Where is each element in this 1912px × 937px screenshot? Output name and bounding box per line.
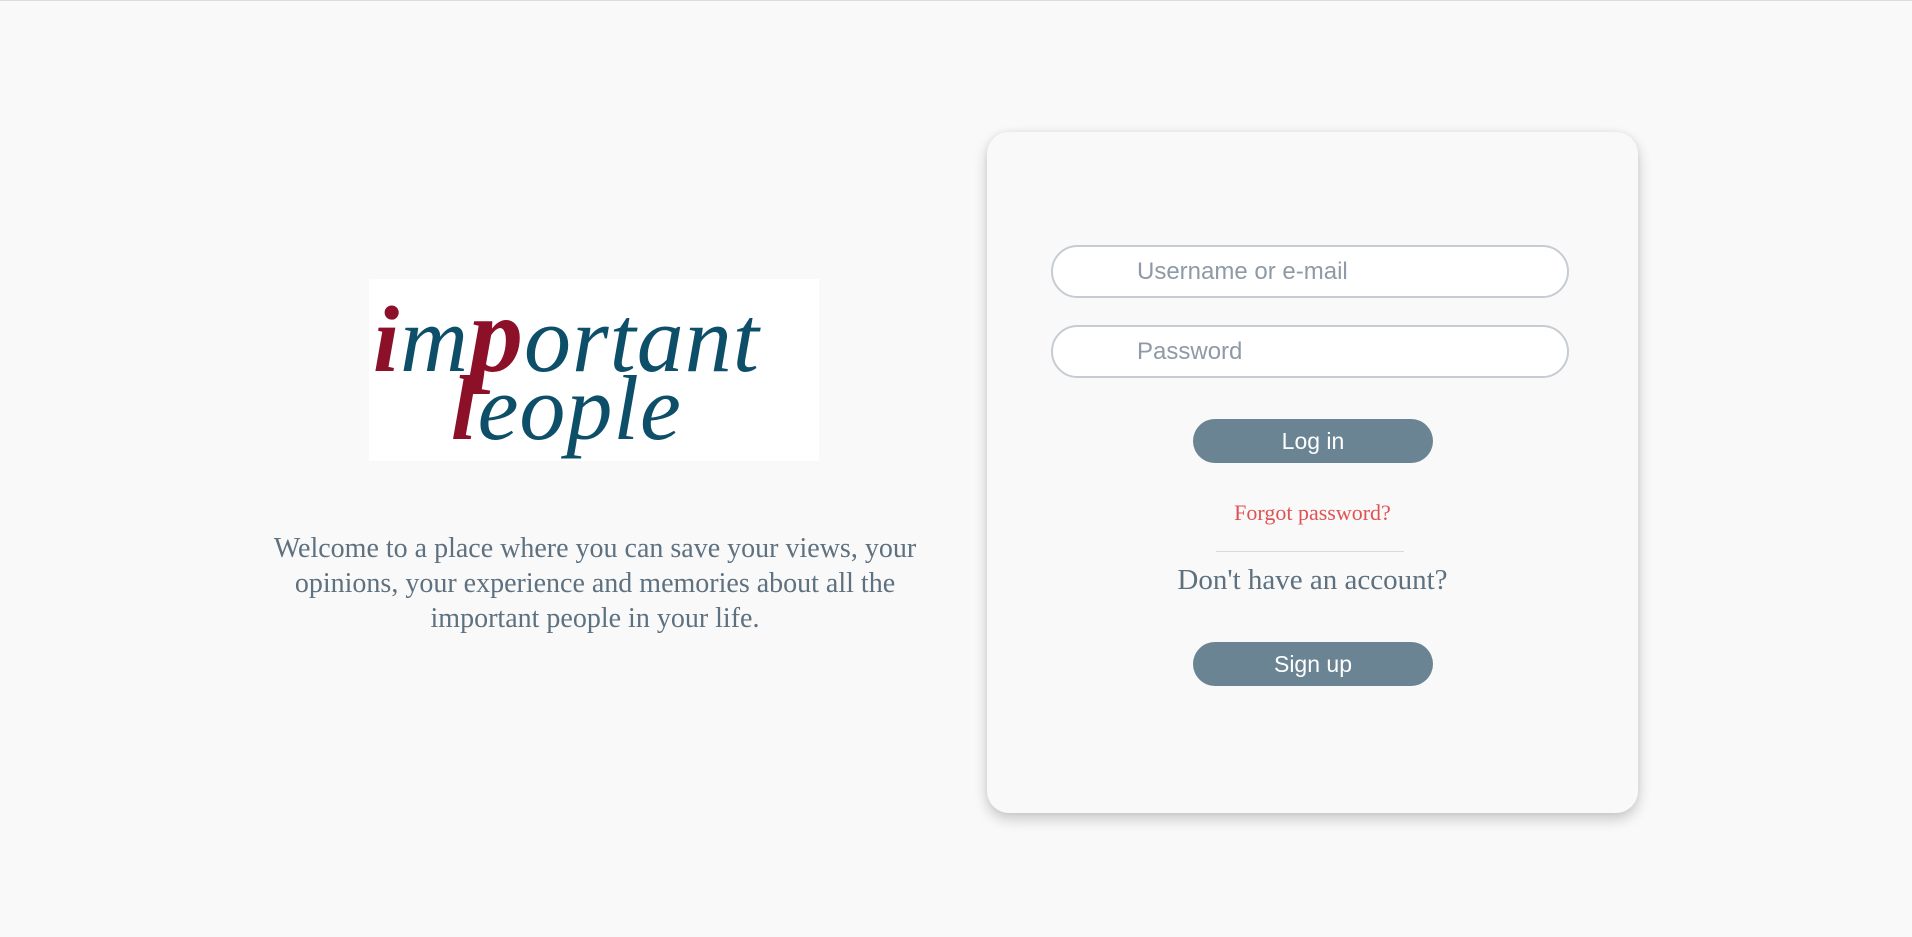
- page: important leople Welcome to a place wher…: [0, 0, 1912, 937]
- login-button[interactable]: Log in: [1193, 419, 1433, 463]
- welcome-text: Welcome to a place where you can save yo…: [273, 533, 917, 634]
- login-card: Log in Forgot password? Don't have an ac…: [987, 132, 1638, 813]
- svg-text:leople: leople: [451, 357, 682, 459]
- no-account-text: Don't have an account?: [1177, 564, 1448, 596]
- important-people-logo: important leople: [369, 279, 819, 461]
- top-divider: [0, 0, 1912, 1]
- forgot-password-link[interactable]: Forgot password?: [987, 500, 1638, 526]
- password-input[interactable]: [1051, 325, 1569, 378]
- signup-button[interactable]: Sign up: [1193, 642, 1433, 686]
- username-input[interactable]: [1051, 245, 1569, 298]
- form-divider: [1216, 551, 1404, 552]
